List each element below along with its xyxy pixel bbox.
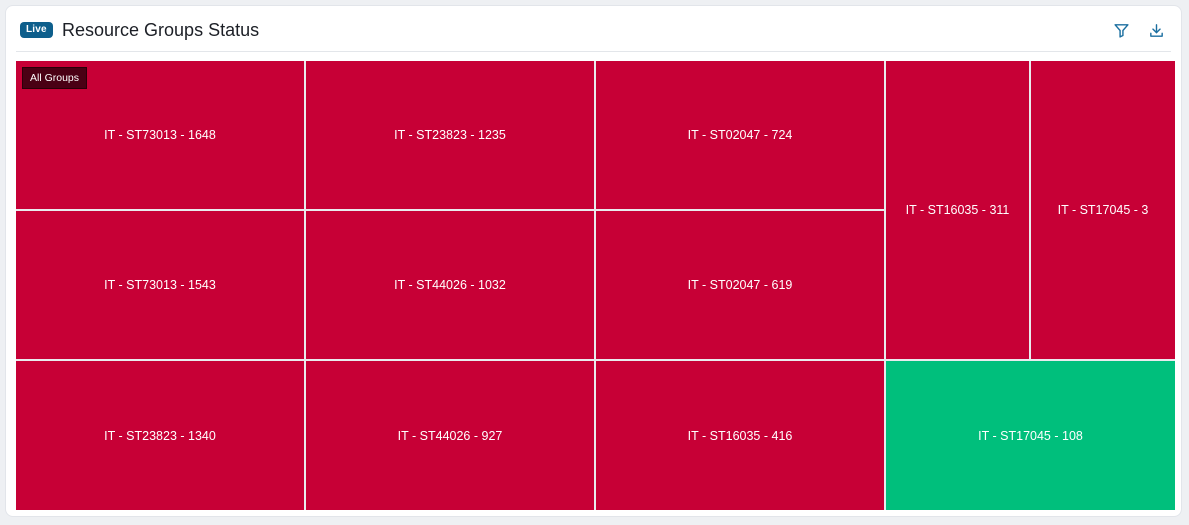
header-divider — [16, 51, 1171, 52]
tile-label: IT - ST17045 - 3 — [1057, 203, 1149, 217]
treemap-tile[interactable]: IT - ST16035 - 311 — [886, 61, 1029, 359]
card-title: Resource Groups Status — [62, 20, 260, 40]
tile-label: IT - ST16035 - 311 — [905, 203, 1010, 217]
all-groups-breadcrumb[interactable]: All Groups — [22, 67, 88, 89]
tile-label: IT - ST17045 - 108 — [978, 428, 1083, 443]
treemap-tile[interactable]: IT - ST44026 - 1032 — [306, 211, 594, 359]
tile-label: IT - ST23823 - 1235 — [394, 128, 506, 142]
treemap-tile[interactable]: IT - ST23823 - 1340 — [16, 361, 304, 510]
treemap-tile[interactable]: IT - ST02047 - 724 — [596, 61, 884, 209]
treemap-tile[interactable]: IT - ST17045 - 108 — [886, 361, 1175, 510]
resource-groups-card: Live Resource Groups Status All Groups I… — [5, 5, 1182, 517]
tile-label: IT - ST16035 - 416 — [687, 428, 793, 443]
live-badge: Live — [20, 22, 53, 38]
treemap-tile[interactable]: IT - ST17045 - 3 — [1031, 61, 1175, 359]
tile-label: IT - ST73013 - 1543 — [104, 278, 216, 292]
resource-groups-treemap: All Groups IT - ST73013 - 1648 IT - ST23… — [16, 61, 1175, 510]
treemap-tile[interactable]: IT - ST73013 - 1543 — [16, 211, 304, 359]
download-icon — [1149, 23, 1163, 37]
filter-button[interactable] — [1110, 19, 1132, 41]
download-button[interactable] — [1145, 19, 1167, 41]
treemap-tile[interactable]: IT - ST44026 - 927 — [306, 361, 594, 510]
tile-label: IT - ST44026 - 927 — [397, 428, 503, 443]
treemap-tile[interactable]: IT - ST02047 - 619 — [596, 211, 884, 359]
tile-label: IT - ST02047 - 724 — [687, 128, 793, 142]
tile-label: IT - ST02047 - 619 — [687, 278, 793, 292]
tile-label: IT - ST44026 - 1032 — [394, 278, 506, 292]
tile-label: IT - ST23823 - 1340 — [104, 428, 216, 443]
treemap-tile[interactable]: IT - ST16035 - 416 — [596, 361, 884, 510]
tile-label: IT - ST73013 - 1648 — [104, 128, 216, 142]
treemap-tile[interactable]: IT - ST23823 - 1235 — [306, 61, 594, 209]
card-header: Live Resource Groups Status — [6, 6, 1181, 52]
filter-icon — [1113, 23, 1129, 38]
